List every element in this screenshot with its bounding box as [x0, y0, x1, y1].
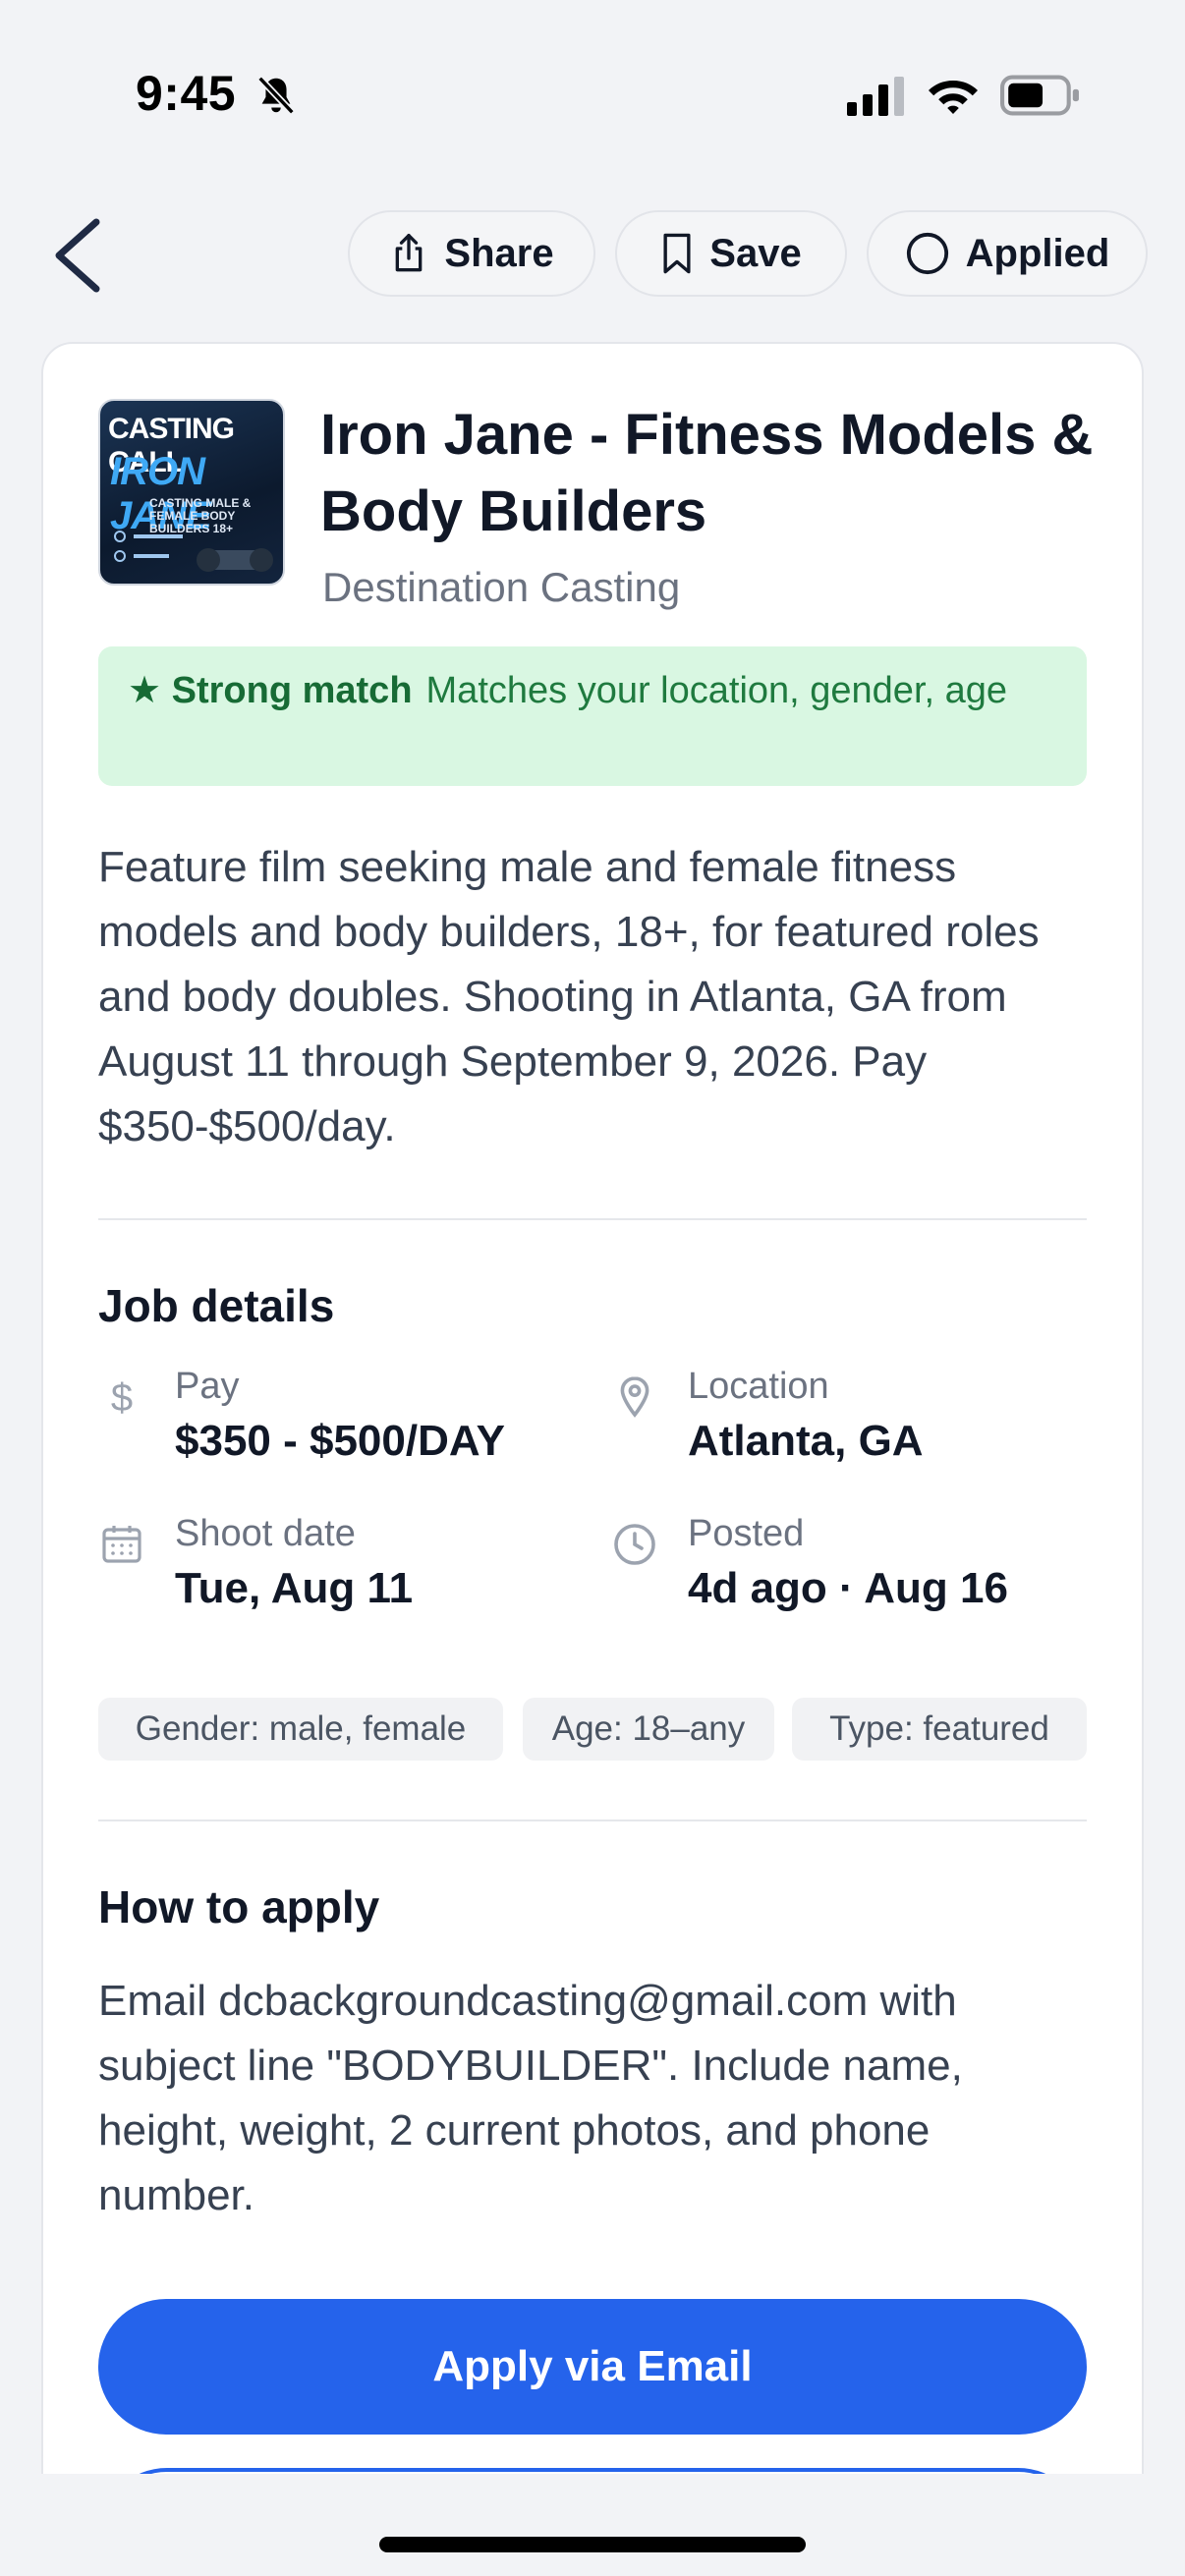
location-label: Location [688, 1366, 829, 1407]
bell-slash-icon [257, 76, 295, 115]
pay-label: Pay [175, 1366, 240, 1407]
applied-button[interactable]: Applied [867, 210, 1148, 297]
status-bar: 9:45 [0, 0, 1185, 187]
chevron-left-icon [55, 218, 100, 293]
calendar-icon [102, 1526, 141, 1563]
wifi-icon [929, 81, 978, 114]
company-name: Destination Casting [322, 564, 681, 610]
status-time: 9:45 [136, 66, 237, 121]
job-details-heading: Job details [98, 1280, 335, 1331]
circle-icon [906, 232, 948, 275]
match-label: ★ Strong match [128, 670, 413, 711]
shoot-date-label: Shoot date [175, 1513, 356, 1554]
posted-value: 4d ago · Aug 16 [688, 1564, 1008, 1612]
save-label: Save [709, 231, 802, 275]
cellular-signal-icon [847, 77, 904, 116]
applied-label: Applied [965, 231, 1110, 275]
clock-icon [614, 1524, 655, 1565]
battery-icon [1000, 75, 1079, 116]
apply-button-label: Apply via Email [432, 2342, 753, 2390]
share-label: Share [444, 231, 554, 275]
bottom-safe-area [0, 2474, 1185, 2576]
save-button[interactable]: Save [615, 210, 847, 297]
divider [98, 1820, 1087, 1821]
share-icon [396, 234, 423, 272]
tag-age: Age: 18–any [523, 1698, 774, 1761]
job-thumbnail: CASTING CALL IRON JANE CASTING MALE & FE… [98, 399, 285, 586]
thumbnail-graphic [114, 531, 273, 572]
divider [98, 1218, 1087, 1220]
bookmark-icon [663, 233, 691, 274]
match-banner: ★ Strong match Matches your location, gen… [98, 646, 1087, 786]
pay-value: $350 - $500/DAY [175, 1417, 505, 1465]
share-button[interactable]: Share [348, 210, 595, 297]
svg-text:$: $ [111, 1376, 133, 1420]
how-to-apply-heading: How to apply [98, 1881, 380, 1932]
how-to-apply-text: Email dcbackgroundcasting@gmail.com with… [98, 1977, 963, 2219]
apply-via-email-button[interactable]: Apply via Email [98, 2299, 1087, 2435]
tag-type: Type: featured [792, 1698, 1087, 1761]
job-title: Iron Jane - Fitness Models & Body Builde… [320, 403, 1094, 543]
job-description: Feature film seeking male and female fit… [98, 843, 1040, 1150]
match-text: Matches your location, gender, age [425, 670, 1008, 711]
map-pin-icon [620, 1376, 649, 1418]
dollar-icon: $ [111, 1376, 133, 1420]
back-button[interactable] [49, 214, 112, 297]
tag-gender: Gender: male, female [98, 1698, 503, 1761]
home-indicator[interactable] [379, 2537, 806, 2552]
shoot-date-value: Tue, Aug 11 [175, 1564, 414, 1612]
posted-label: Posted [688, 1513, 805, 1554]
location-value: Atlanta, GA [688, 1417, 924, 1465]
